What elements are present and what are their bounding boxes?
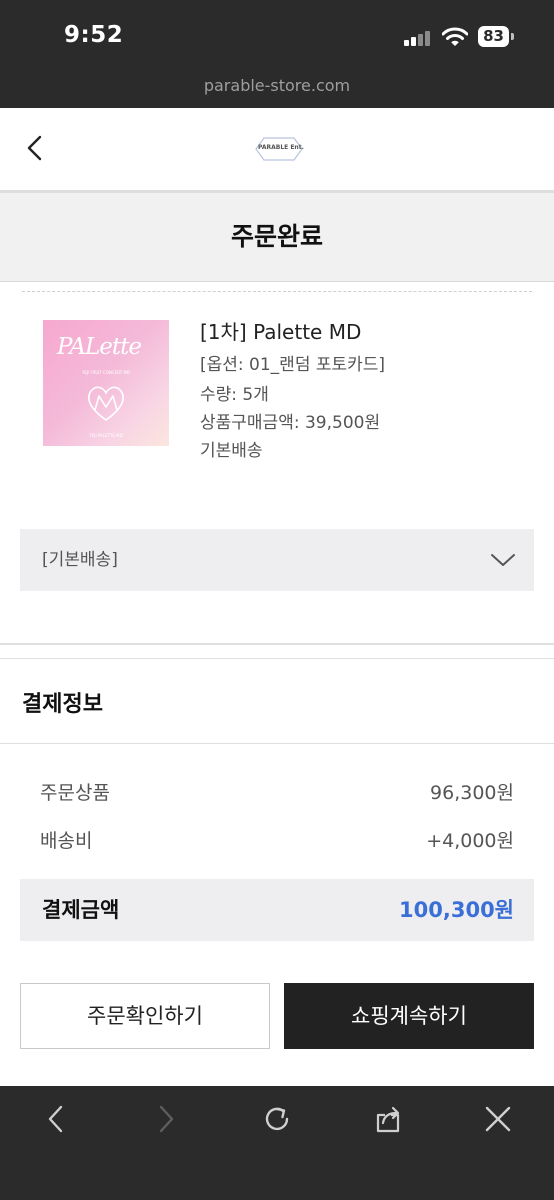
battery-level: 83	[483, 27, 504, 45]
thumbnail-subtitle: YEJI FIRST CONCERT MD	[81, 370, 131, 375]
total-value: 100,300원	[399, 898, 514, 922]
back-icon[interactable]	[41, 1104, 71, 1134]
thumbnail-title: PALette	[57, 334, 142, 360]
forward-icon[interactable]	[151, 1104, 181, 1134]
product-name[interactable]: [1차] Palette MD	[200, 316, 361, 345]
share-icon[interactable]	[373, 1104, 403, 1134]
signal-icon	[404, 30, 434, 46]
shipping-dropdown[interactable]: [기본배송]	[20, 529, 534, 591]
product-option: [옵션: 01_랜덤 포토카드]	[200, 355, 386, 375]
site-logo[interactable]: PARABLE Ent.	[250, 136, 308, 162]
divider	[0, 658, 554, 659]
payment-heading: 결제정보	[22, 692, 103, 717]
battery-icon: 83	[478, 26, 514, 47]
confirm-order-button[interactable]: 주문확인하기	[20, 983, 270, 1049]
payment-total: 결제금액 100,300원	[20, 879, 534, 941]
order-items-label: 주문상품	[40, 782, 110, 804]
logo-text: PARABLE Ent.	[258, 144, 304, 151]
divider	[0, 743, 554, 744]
thumbnail-footer: YEJI PALETTE MD	[89, 433, 123, 438]
heart-logo-icon	[88, 386, 124, 421]
status-bar: 9:52 83 parable-store.com	[0, 0, 554, 108]
divider	[22, 291, 532, 292]
divider	[0, 643, 554, 645]
page-title: 주문완료	[230, 222, 323, 251]
product-thumbnail[interactable]: PALette YEJI FIRST CONCERT MD YEJI PALET…	[43, 320, 169, 446]
refresh-icon[interactable]	[262, 1104, 292, 1134]
product-shipping-type: 기본배송	[200, 441, 263, 461]
product-quantity: 수량: 5개	[200, 385, 269, 405]
order-items-value: 96,300원	[430, 782, 514, 804]
url-bar[interactable]: parable-store.com	[0, 76, 554, 95]
title-band: 주문완료	[0, 193, 554, 282]
back-icon[interactable]	[18, 130, 54, 166]
wifi-icon	[442, 27, 468, 46]
continue-shopping-button[interactable]: 쇼핑계속하기	[284, 983, 534, 1049]
chevron-down-icon	[491, 554, 515, 566]
site-header: PARABLE Ent.	[0, 108, 554, 193]
close-icon[interactable]	[483, 1104, 513, 1134]
shipping-fee-value: +4,000원	[426, 830, 514, 852]
status-time: 9:52	[64, 22, 124, 48]
total-label: 결제금액	[42, 898, 120, 922]
browser-toolbar	[0, 1086, 554, 1200]
shipping-fee-label: 배송비	[40, 830, 93, 852]
product-price: 상품구매금액: 39,500원	[200, 413, 381, 433]
shipping-dropdown-label: [기본배송]	[42, 550, 118, 570]
